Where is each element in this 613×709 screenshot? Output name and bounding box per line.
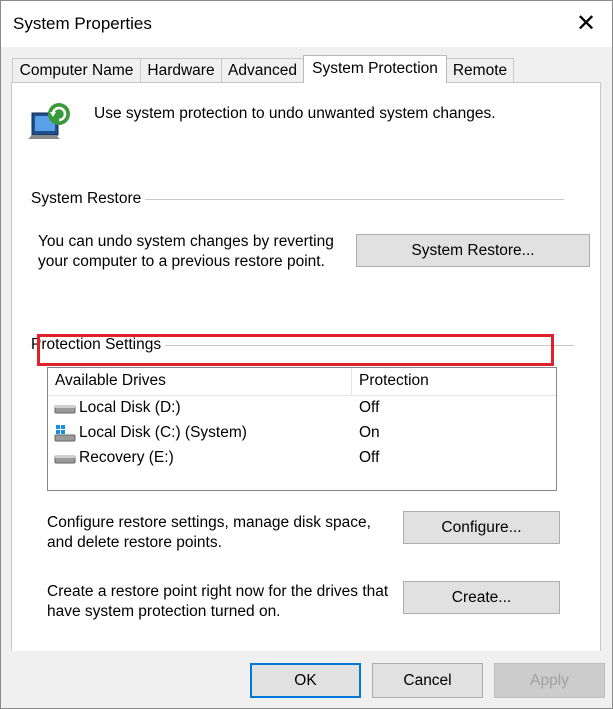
ok-button[interactable]: OK [250,663,361,698]
selection-highlight-box [37,334,554,366]
system-restore-desc-line2: your computer to a previous restore poin… [38,253,325,270]
system-restore-title: System Restore [31,190,146,208]
drive-name: Recovery (E:) [79,449,174,466]
system-protection-icon [26,99,76,145]
close-icon[interactable]: ✕ [569,9,603,39]
drive-protection-status: Off [359,449,380,466]
system-restore-button[interactable]: System Restore... [356,234,590,267]
tab-computer-name[interactable]: Computer Name [12,58,141,82]
dialog-footer: OK Cancel Apply [1,651,612,708]
system-properties-window: System Properties ✕ Computer Name Hardwa… [0,0,613,709]
configure-desc-line2: and delete restore points. [47,534,222,551]
title-bar: System Properties ✕ [1,1,612,47]
tab-system-protection[interactable]: System Protection [303,55,447,83]
drive-icon [54,452,76,470]
system-restore-desc-line1: You can undo system changes by reverting [38,233,334,250]
tab-hardware[interactable]: Hardware [140,58,222,82]
drive-row-e[interactable]: Recovery (E:) Off [48,446,556,471]
windows-drive-icon [54,424,76,447]
drive-name: Local Disk (D:) [79,399,181,416]
drive-row-d[interactable]: Local Disk (D:) Off [48,396,556,421]
column-protection[interactable]: Protection [359,372,429,390]
cancel-button[interactable]: Cancel [372,663,483,698]
create-desc-line1: Create a restore point right now for the… [47,583,389,600]
system-protection-panel: Use system protection to undo unwanted s… [11,82,601,652]
drives-list[interactable]: Available Drives Protection Local Disk (… [47,367,557,491]
tab-strip: Computer Name Hardware Advanced System P… [1,47,612,83]
apply-button[interactable]: Apply [494,663,605,698]
drive-protection-status: On [359,424,380,441]
window-title: System Properties [13,14,152,33]
column-separator[interactable] [351,368,352,395]
drive-icon [54,402,76,420]
drives-list-header: Available Drives Protection [48,368,556,396]
create-desc-line2: have system protection turned on. [47,603,281,620]
header-description: Use system protection to undo unwanted s… [94,105,496,122]
drive-name: Local Disk (C:) (System) [79,424,247,441]
drive-row-c[interactable]: Local Disk (C:) (System) On [48,421,556,446]
tab-advanced[interactable]: Advanced [221,58,304,82]
tab-remote[interactable]: Remote [446,58,514,82]
column-available-drives[interactable]: Available Drives [55,372,166,390]
configure-button[interactable]: Configure... [403,511,560,544]
drive-protection-status: Off [359,399,380,416]
create-button[interactable]: Create... [403,581,560,614]
configure-desc-line1: Configure restore settings, manage disk … [47,514,371,531]
